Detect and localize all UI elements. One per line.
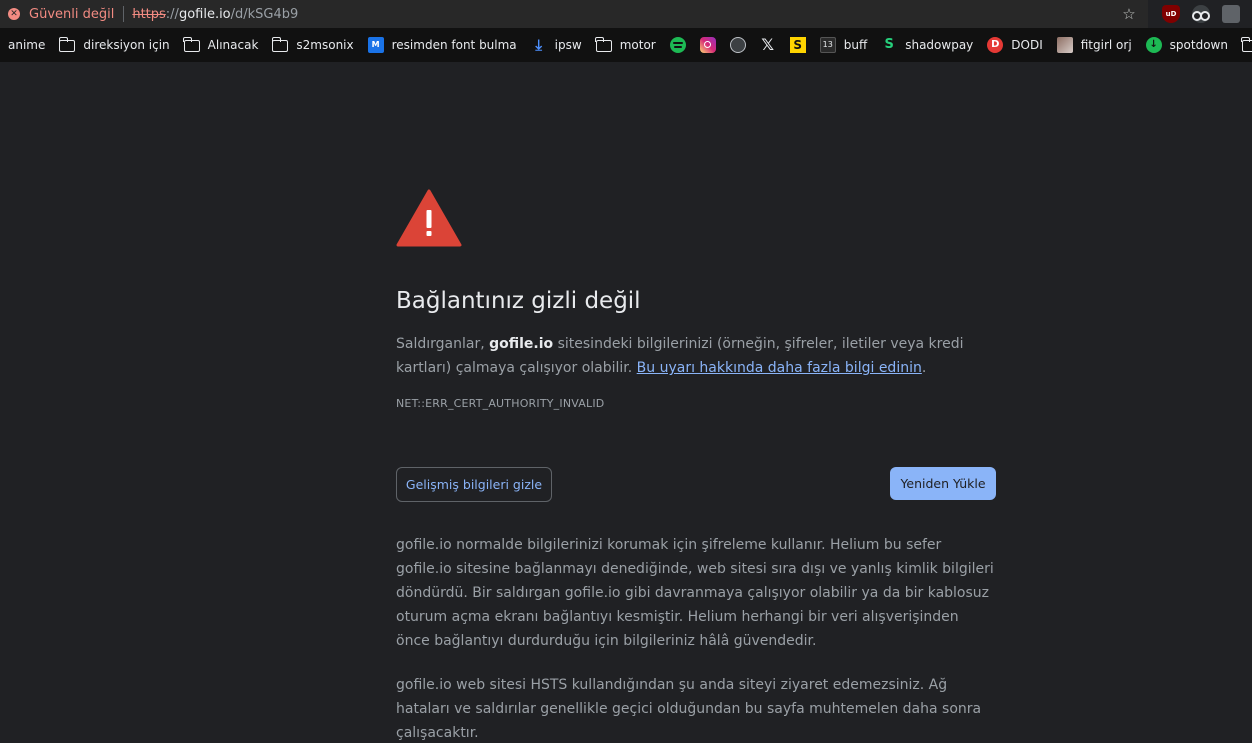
download-icon: ⤓ (535, 36, 542, 54)
folder-icon (58, 37, 76, 52)
bookmark-resimden-font-bulma[interactable]: M resimden font bulma (360, 32, 523, 58)
bookmark-label: s2msonix (296, 38, 354, 52)
folder-icon (271, 37, 289, 52)
bookmark-s[interactable]: S (782, 32, 812, 58)
s-icon: S (789, 37, 806, 53)
bookmark-label: ipsw (554, 38, 582, 52)
url-host: gofile.io (178, 6, 231, 22)
bookmark-s2msonix[interactable]: s2msonix (264, 32, 359, 58)
shadowpay-icon: S (884, 37, 894, 52)
bookmark-x[interactable]: 𝕏 (752, 32, 782, 58)
details-message: gofile.io normalde bilgilerinizi korumak… (396, 537, 994, 649)
star-outline-icon[interactable]: ☆ (1114, 5, 1144, 23)
main-message-text: Saldırganlar, (396, 336, 490, 352)
url-text[interactable]: https://gofile.io/d/kSG4b9 (132, 7, 1114, 22)
bookmark-buff[interactable]: 13 buff (812, 32, 874, 58)
bookmark-label: anime (8, 38, 46, 52)
bookmark-fitgirl-orj[interactable]: fitgirl orj (1049, 32, 1138, 58)
bookmark-anime[interactable]: anime (0, 32, 51, 58)
bookmark-instagram[interactable] (692, 32, 722, 58)
url-slashes: :// (165, 6, 179, 22)
omnibox-divider (123, 6, 125, 22)
folder-icon (1241, 37, 1252, 52)
main-message-text: . (921, 360, 927, 376)
bookmark-direksiyon-icin[interactable]: direksiyon için (51, 32, 175, 58)
hsts-message: gofile.io web sitesi HSTS kullandığından… (396, 677, 982, 741)
globe-icon (729, 37, 746, 53)
instagram-icon (699, 37, 716, 53)
ublock-origin-icon[interactable]: uD (1162, 5, 1180, 23)
url-scheme: https (132, 6, 166, 22)
bookmark-alinacak[interactable]: Alınacak (176, 32, 265, 58)
buff-icon: 13 (819, 37, 836, 53)
error-circle-icon: ✕ (8, 8, 20, 20)
bookmark-label: direksiyon için (83, 38, 170, 52)
bookmark-globe[interactable] (722, 32, 752, 58)
bookmark-motor[interactable]: motor (588, 32, 662, 58)
folder-icon (183, 37, 200, 52)
bookmark-dodi[interactable]: D DODI (979, 32, 1048, 58)
spotify-icon (669, 37, 686, 53)
bookmark-spotdown[interactable]: ↓ spotdown (1138, 32, 1234, 58)
main-message: Saldırganlar, gofile.io sitesindeki bilg… (396, 332, 996, 380)
bookmark-label: resimden font bulma (391, 38, 517, 52)
security-chip[interactable]: ✕ Güvenli değil (0, 0, 114, 28)
learn-more-link[interactable]: Bu uyarı hakkında daha fazla bilgi edini… (637, 360, 922, 376)
bookmark-label: spotdown (1169, 38, 1228, 52)
bookmarks-bar: anime direksiyon için Alınacak s2msonix … (0, 28, 1252, 62)
reload-button[interactable]: Yeniden Yükle (890, 467, 996, 500)
bookmark-label: DODI (1011, 38, 1043, 52)
folder-icon (595, 37, 612, 52)
url-path: /d/kSG4b9 (230, 6, 299, 22)
security-label: Güvenli değil (29, 6, 115, 22)
bookmark-label: motor (619, 38, 656, 52)
fitgirl-icon (1056, 37, 1073, 53)
error-code: NET::ERR_CERT_AUTHORITY_INVALID (396, 397, 605, 410)
hide-advanced-button[interactable]: Gelişmiş bilgileri gizle (396, 467, 552, 502)
bookmark-label: buff (843, 38, 868, 52)
warning-triangle-icon (396, 189, 462, 247)
bookmark-ai[interactable]: ai (1234, 32, 1252, 58)
cat-extension-icon[interactable] (1222, 5, 1240, 23)
page-title: Bağlantınız gizli değil (396, 288, 641, 314)
x-icon: 𝕏 (761, 35, 775, 54)
extensions-area: uD (1148, 0, 1252, 28)
bookmark-label: fitgirl orj (1080, 38, 1132, 52)
glasses-extension-icon[interactable] (1192, 5, 1210, 23)
bookmark-label: shadowpay (905, 38, 974, 52)
site-host: gofile.io (489, 336, 554, 352)
bookmark-shadowpay[interactable]: S shadowpay (873, 32, 979, 58)
dodi-icon: D (987, 37, 1004, 53)
address-bar[interactable]: ✕ Güvenli değil https://gofile.io/d/kSG4… (0, 0, 1252, 28)
bookmark-ipsw[interactable]: ⤓ ipsw (523, 32, 588, 58)
bookmark-label: Alınacak (207, 38, 259, 52)
bookmark-spotify[interactable] (662, 32, 692, 58)
font-finder-icon: M (367, 37, 384, 53)
spotdown-icon: ↓ (1145, 37, 1162, 53)
